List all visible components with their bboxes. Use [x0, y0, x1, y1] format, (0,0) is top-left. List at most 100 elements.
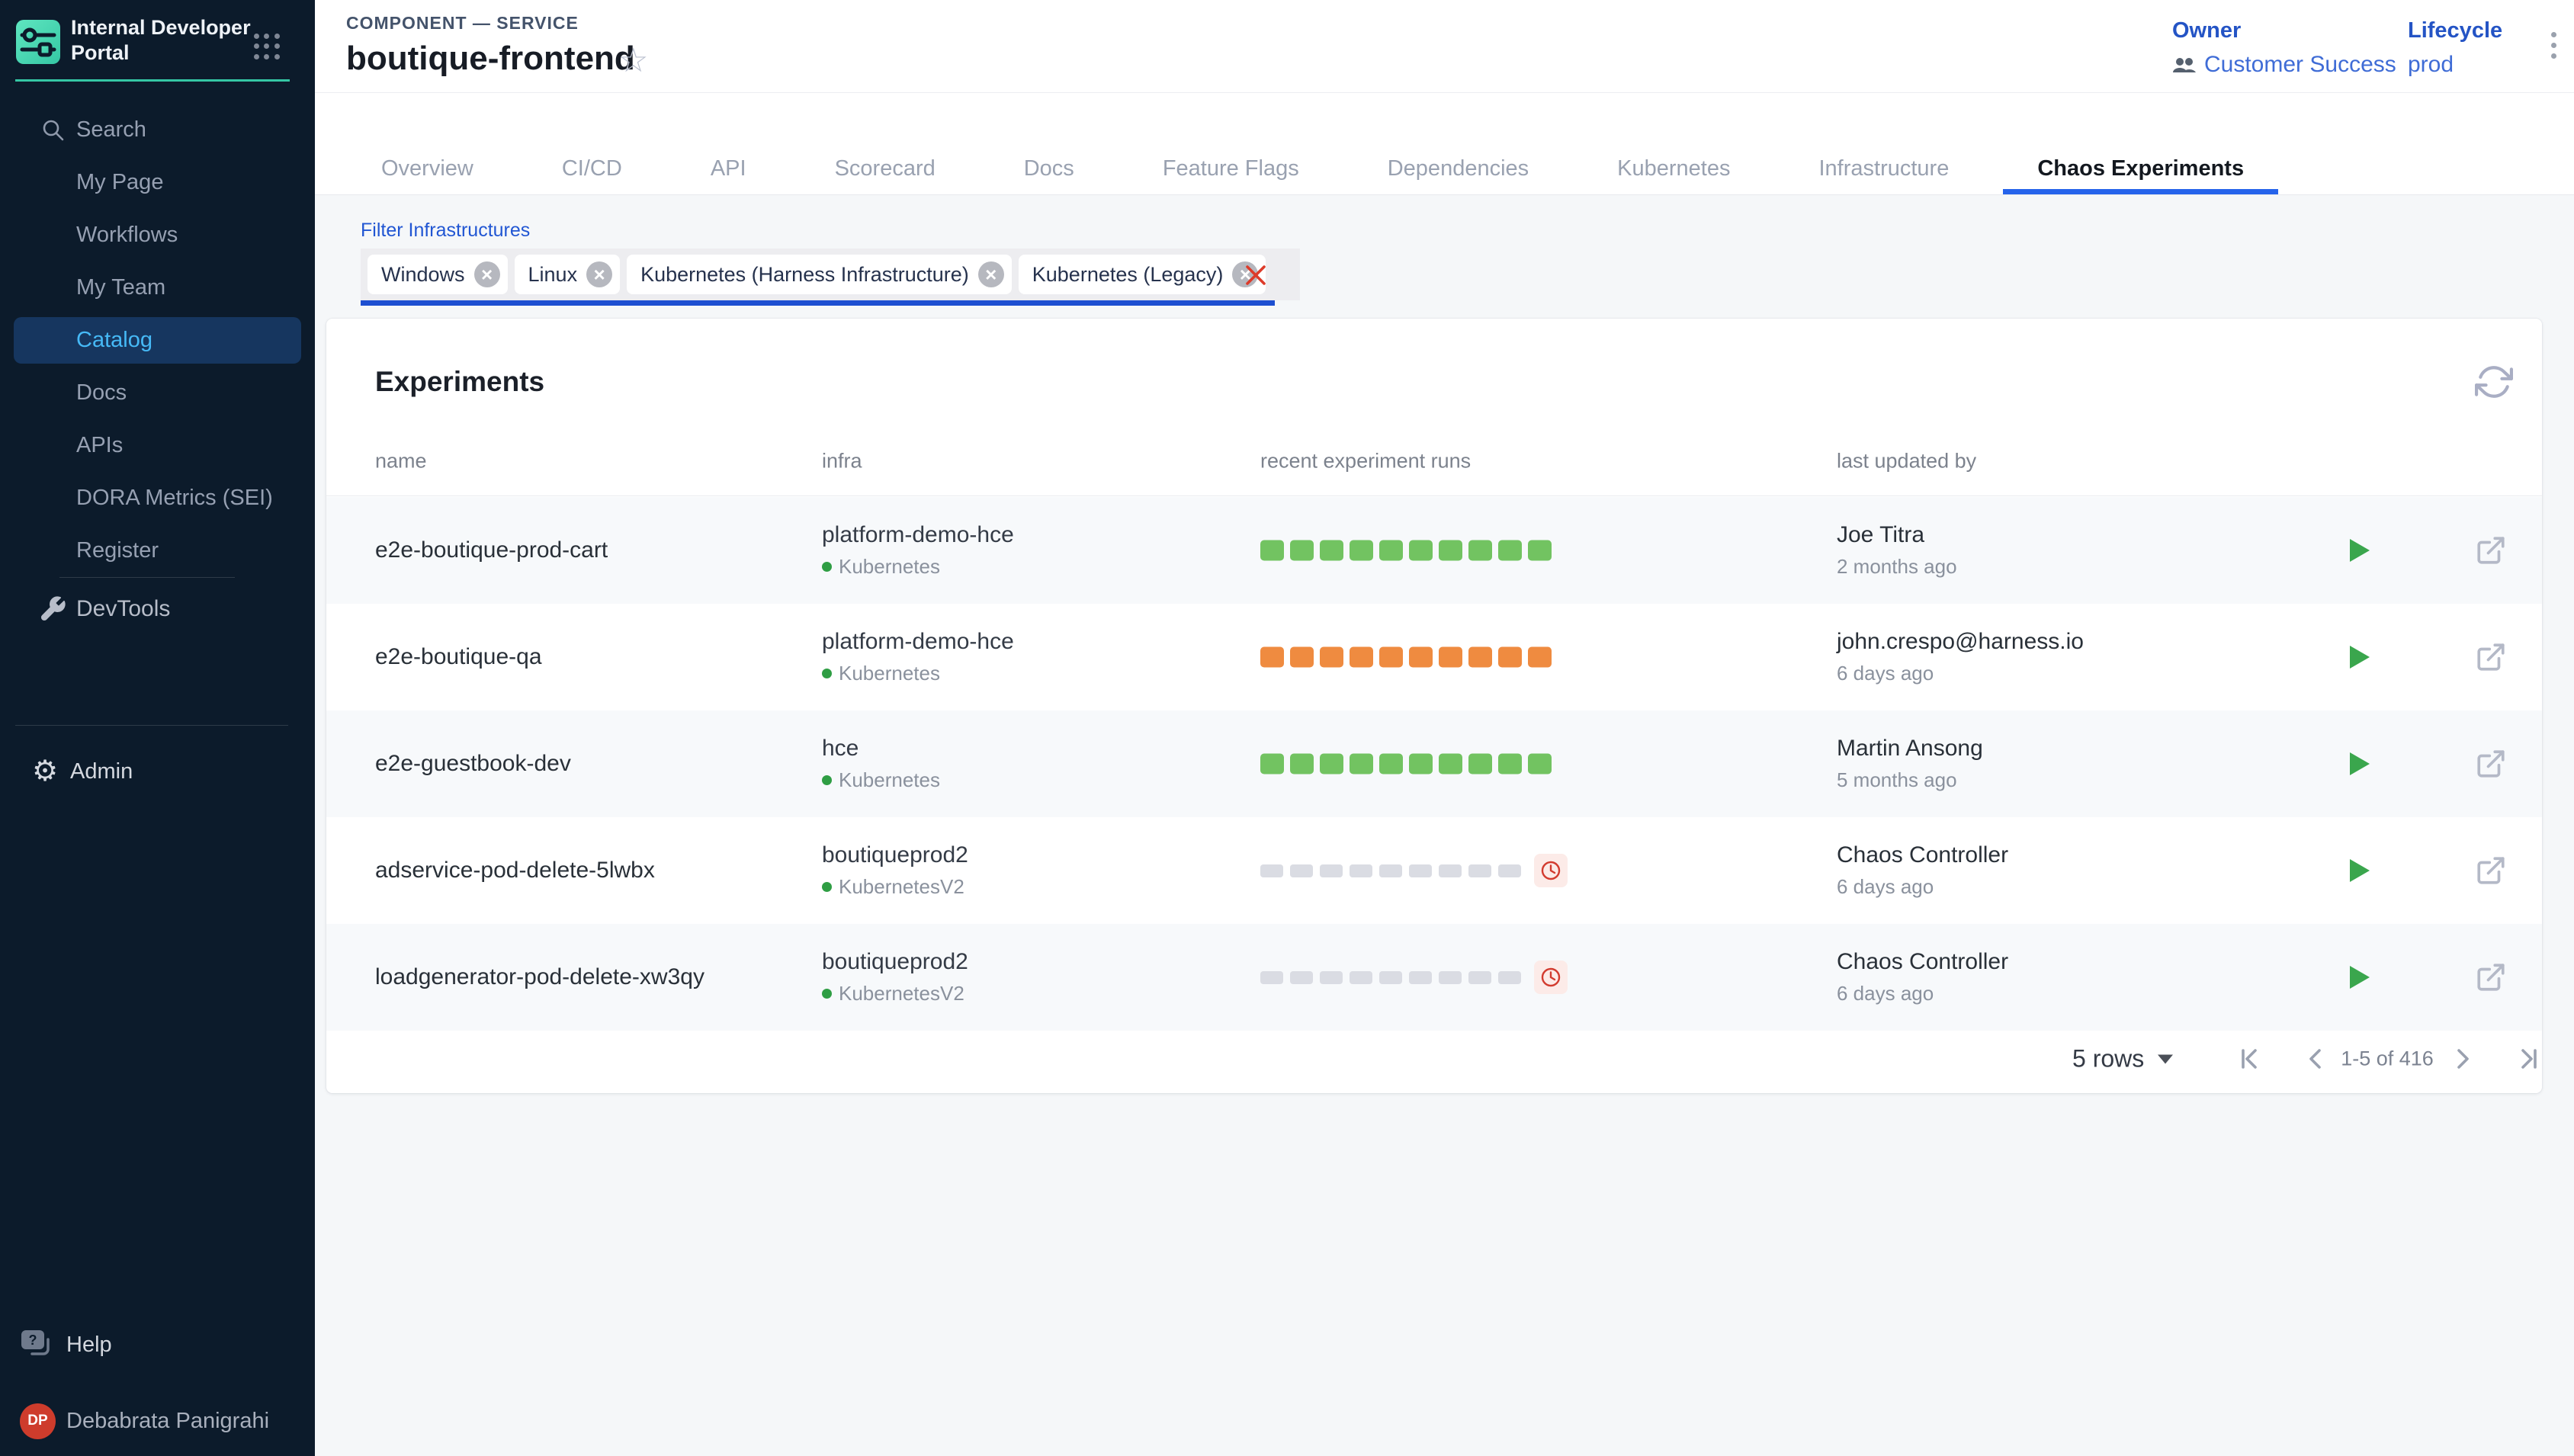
tab-ci-cd[interactable]: CI/CD	[528, 143, 656, 194]
run-empty-square	[1350, 971, 1372, 984]
infra-status-dot	[822, 882, 832, 892]
run-experiment-icon[interactable]	[2349, 858, 2370, 883]
run-passed-square	[1409, 540, 1433, 561]
run-experiment-icon[interactable]	[2349, 965, 2370, 989]
run-failed-square	[1290, 647, 1314, 668]
sidebar-item-my-page[interactable]: My Page	[0, 156, 315, 209]
sidebar-item-apis[interactable]: APIs	[0, 419, 315, 472]
run-empty-square	[1379, 971, 1402, 984]
sidebar-item-docs[interactable]: Docs	[0, 367, 315, 419]
page-title: boutique-frontend	[346, 40, 635, 78]
lifecycle-label[interactable]: Lifecycle	[2408, 18, 2502, 43]
lifecycle-value: prod	[2408, 52, 2454, 78]
experiment-name: e2e-boutique-qa	[375, 644, 542, 670]
filter-chip-kubernetes-harness-infrastructure[interactable]: Kubernetes (Harness Infrastructure) ×	[627, 255, 1012, 294]
sidebar-item-admin[interactable]: ⚙Admin	[0, 726, 315, 817]
brand-divider	[15, 79, 290, 82]
sidebar-item-my-team[interactable]: My Team	[0, 261, 315, 314]
sidebar-item-dora-metrics-sei[interactable]: DORA Metrics (SEI)	[0, 472, 315, 524]
chip-remove-icon[interactable]: ×	[586, 261, 612, 287]
table-row-e2e-guestbook-dev[interactable]: e2e-guestbook-dev hce Kubernetes Martin …	[326, 710, 2542, 817]
title-band: COMPONENT — SERVICE boutique-frontend ☆ …	[315, 0, 2574, 93]
sidebar-user[interactable]: DP Debabrata Panigrahi	[0, 1401, 315, 1441]
table-header: name infra recent experiment runs last u…	[326, 427, 2542, 496]
sidebar-item-search[interactable]: Search	[0, 104, 315, 156]
owner-link[interactable]: Customer Success	[2204, 52, 2396, 78]
filter-chip-linux[interactable]: Linux ×	[515, 255, 621, 294]
last-page-icon[interactable]	[2512, 1043, 2544, 1075]
apps-grid-icon[interactable]	[254, 34, 280, 59]
tab-api[interactable]: API	[676, 143, 781, 194]
tab-overview[interactable]: Overview	[347, 143, 508, 194]
column-last-updated: last updated by	[1837, 450, 1976, 473]
experiments-title: Experiments	[375, 366, 544, 398]
run-empty-square	[1379, 864, 1402, 877]
tab-feature-flags[interactable]: Feature Flags	[1128, 143, 1334, 194]
owner-label[interactable]: Owner	[2172, 18, 2396, 43]
run-passed-square	[1439, 540, 1462, 561]
sidebar-item-devtools[interactable]: DevTools	[0, 578, 315, 640]
table-row-loadgenerator-pod-delete-xw3qy[interactable]: loadgenerator-pod-delete-xw3qy boutiquep…	[326, 924, 2542, 1031]
sidebar-item-workflows[interactable]: Workflows	[0, 209, 315, 261]
tab-infrastructure[interactable]: Infrastructure	[1784, 143, 1983, 194]
chip-remove-icon[interactable]: ×	[474, 261, 500, 287]
favorite-star-icon[interactable]: ☆	[618, 41, 648, 80]
infrastructure-filter-chipbar[interactable]: Windows × Linux × Kubernetes (Harness In…	[361, 249, 1300, 300]
sidebar-item-catalog[interactable]: Catalog	[14, 317, 301, 364]
experiment-infra: boutiqueprod2 KubernetesV2	[822, 842, 968, 899]
table-row-e2e-boutique-qa[interactable]: e2e-boutique-qa platform-demo-hce Kubern…	[326, 604, 2542, 710]
experiment-name: e2e-guestbook-dev	[375, 751, 571, 777]
run-empty-square	[1468, 971, 1491, 984]
next-page-icon[interactable]	[2446, 1043, 2478, 1075]
sidebar-item-help[interactable]: ? Help	[0, 1316, 315, 1373]
column-recent-runs: recent experiment runs	[1260, 450, 1471, 473]
open-in-new-icon[interactable]	[2475, 641, 2507, 673]
run-experiment-icon[interactable]	[2349, 645, 2370, 669]
previous-page-icon[interactable]	[2300, 1043, 2332, 1075]
run-empty-square	[1498, 971, 1521, 984]
run-failed-square	[1468, 647, 1492, 668]
sidebar-item-register[interactable]: Register	[0, 524, 315, 577]
run-passed-square	[1439, 754, 1462, 775]
table-row-e2e-boutique-prod-cart[interactable]: e2e-boutique-prod-cart platform-demo-hce…	[326, 497, 2542, 604]
tab-dependencies[interactable]: Dependencies	[1353, 143, 1563, 194]
filter-chip-kubernetes-legacy[interactable]: Kubernetes (Legacy) ×	[1019, 255, 1266, 294]
run-passed-square	[1260, 754, 1284, 775]
chip-remove-icon[interactable]: ×	[978, 261, 1004, 287]
last-updated-cell: Martin Ansong 5 months ago	[1837, 736, 1983, 792]
run-empty-square	[1468, 864, 1491, 877]
last-updated-cell: Chaos Controller 6 days ago	[1837, 842, 2008, 899]
open-in-new-icon[interactable]	[2475, 961, 2507, 993]
run-empty-square	[1260, 864, 1283, 877]
clear-filters-icon[interactable]	[1241, 261, 1270, 290]
run-passed-square	[1379, 754, 1403, 775]
page-range: 1-5 of 416	[2330, 1047, 2444, 1071]
tab-kubernetes[interactable]: Kubernetes	[1583, 143, 1764, 194]
open-in-new-icon[interactable]	[2475, 855, 2507, 887]
more-options-kebab-icon[interactable]	[2542, 32, 2565, 69]
table-row-adservice-pod-delete-5lwbx[interactable]: adservice-pod-delete-5lwbx boutiqueprod2…	[326, 817, 2542, 924]
first-page-icon[interactable]	[2234, 1043, 2266, 1075]
infra-status-dot	[822, 562, 832, 572]
sidebar-nav: Search My Page Workflows My Team Catalog…	[0, 104, 315, 817]
run-empty-square	[1439, 864, 1462, 877]
rows-per-page-select[interactable]: 5 rows	[2072, 1045, 2173, 1073]
run-empty-square	[1260, 971, 1283, 984]
filter-infrastructures-link[interactable]: Filter Infrastructures	[361, 220, 530, 242]
run-empty-square	[1350, 864, 1372, 877]
open-in-new-icon[interactable]	[2475, 748, 2507, 780]
run-failed-square	[1379, 647, 1403, 668]
run-failed-square	[1498, 647, 1522, 668]
tab-docs[interactable]: Docs	[990, 143, 1109, 194]
experiment-infra: boutiqueprod2 KubernetesV2	[822, 949, 968, 1005]
open-in-new-icon[interactable]	[2475, 534, 2507, 566]
refresh-icon[interactable]	[2475, 363, 2513, 401]
tab-scorecard[interactable]: Scorecard	[801, 143, 970, 194]
run-experiment-icon[interactable]	[2349, 752, 2370, 776]
tab-chaos-experiments[interactable]: Chaos Experiments	[2003, 143, 2278, 194]
team-people-icon	[2172, 56, 2197, 74]
run-experiment-icon[interactable]	[2349, 538, 2370, 563]
filter-chip-windows[interactable]: Windows ×	[367, 255, 508, 294]
help-chat-icon: ?	[20, 1329, 53, 1361]
wrench-icon	[38, 595, 67, 624]
